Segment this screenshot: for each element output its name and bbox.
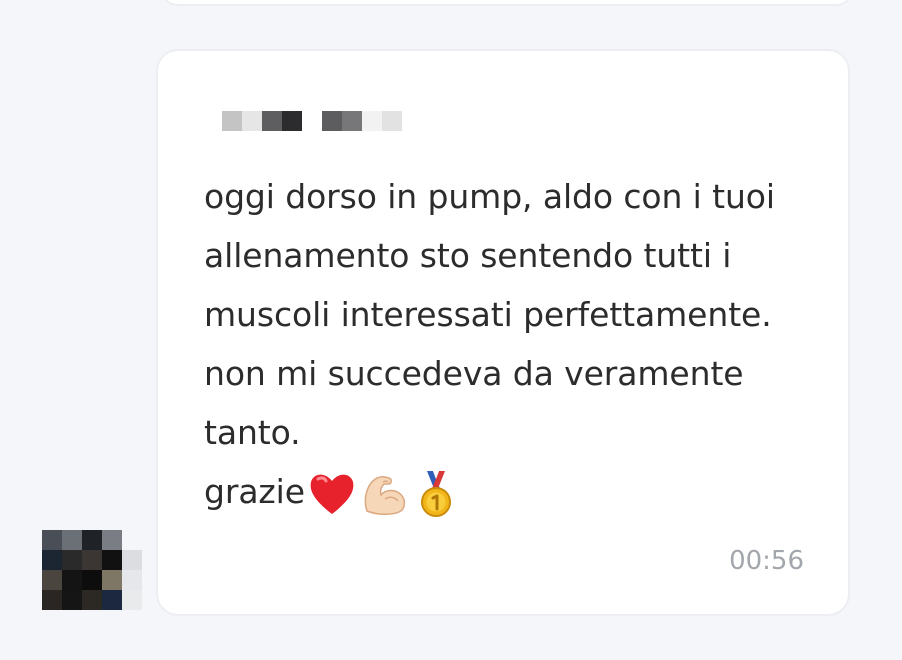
first-place-medal-icon [420,470,451,517]
message-line: allenamento sto sentendo tutti i [204,236,732,275]
red-heart-icon [310,474,354,514]
message-line: muscoli interessati perfettamente. [204,295,772,334]
message-bubble[interactable]: oggi dorso in pump, aldo con i tuoi alle… [156,49,850,616]
avatar[interactable] [42,530,142,610]
message-line: non mi succedeva da veramente [204,354,744,393]
previous-message-bubble [160,0,854,6]
flexed-biceps-icon [364,475,406,515]
message-timestamp: 00:56 [729,546,804,576]
message-line: oggi dorso in pump, aldo con i tuoi [204,177,775,216]
message-line: tanto. [204,413,301,452]
message-text: oggi dorso in pump, aldo con i tuoi alle… [204,167,814,521]
sender-name-pixelated [222,111,402,131]
message-line: grazie [204,472,305,511]
